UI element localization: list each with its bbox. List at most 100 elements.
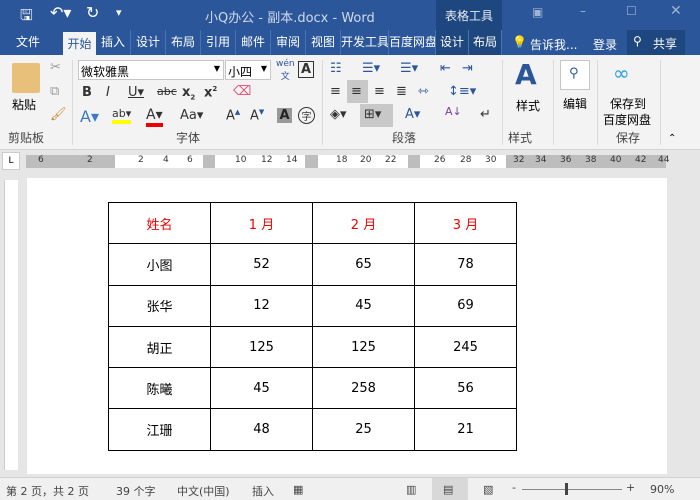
share-button[interactable]: ⚲ 共享 — [627, 30, 685, 55]
tab-insert[interactable]: 插入 — [96, 30, 131, 55]
format-painter-icon[interactable]: 🖌 — [50, 107, 67, 122]
styles-button[interactable]: 样式 — [516, 97, 540, 114]
zoom-in-button[interactable]: + — [626, 481, 635, 494]
save-to-baidu-button[interactable]: 保存到 — [610, 95, 646, 112]
tab-baidu[interactable]: 百度网盘 — [389, 30, 436, 55]
close-icon[interactable]: ✕ — [670, 3, 682, 19]
bold-icon[interactable]: B — [82, 85, 92, 100]
read-mode-icon[interactable]: ▥ — [406, 483, 416, 496]
italic-icon[interactable]: I — [106, 85, 110, 100]
language[interactable]: 中文(中国) — [177, 483, 230, 499]
char-border-icon[interactable]: A — [298, 61, 314, 78]
table-header-cell[interactable]: 3 月 — [414, 201, 517, 245]
data-table[interactable]: 姓名 1 月 2 月 3 月 小图 52 65 78 张华 12 45 69 胡正 125 12… — [108, 201, 517, 451]
strikethrough-icon[interactable]: abc — [157, 85, 177, 98]
table-cell[interactable]: 45 — [312, 284, 415, 327]
zoom-slider-thumb[interactable] — [565, 483, 568, 495]
find-icon[interactable]: ⚲ — [560, 60, 590, 90]
align-left-icon[interactable]: ≡ — [330, 84, 341, 99]
styles-icon[interactable]: A — [515, 58, 537, 91]
table-header-cell[interactable]: 1 月 — [210, 201, 313, 245]
distribute-icon[interactable]: ⇿ — [418, 84, 429, 99]
enclose-char-icon[interactable]: 字 — [298, 107, 315, 124]
highlight-icon[interactable]: ab▾ — [112, 107, 132, 124]
tab-references[interactable]: 引用 — [201, 30, 236, 55]
baidu-netdisk-icon[interactable]: ∞ — [613, 61, 630, 85]
undo-icon[interactable]: ↶▾ — [50, 3, 71, 22]
horizontal-ruler[interactable]: L 62 246 10 12 14 18 20 22 26 28 30 32 34 36 38 4… — [0, 151, 700, 171]
tab-selector[interactable]: L — [2, 152, 20, 170]
print-layout-icon[interactable]: ▤ — [443, 483, 453, 496]
editing-button[interactable]: 编辑 — [563, 95, 587, 112]
word-count[interactable]: 39 个字 — [116, 483, 156, 499]
shrink-font-icon[interactable]: A▼ — [250, 108, 264, 123]
table-cell[interactable]: 陈曦 — [108, 367, 211, 410]
tab-file[interactable]: 文件 — [8, 30, 48, 55]
table-cell[interactable]: 69 — [414, 284, 517, 327]
table-cell[interactable]: 258 — [312, 367, 415, 410]
shading-icon[interactable]: ◈▾ — [330, 107, 347, 122]
insert-mode[interactable]: 插入 — [252, 483, 274, 499]
table-cell[interactable]: 52 — [210, 243, 313, 286]
align-center-icon[interactable]: ≡ — [351, 84, 362, 99]
tab-table-design[interactable]: 设计 — [436, 30, 469, 55]
phonetic-guide-icon[interactable]: wén 文 — [276, 59, 295, 82]
maximize-icon[interactable]: ☐ — [626, 4, 637, 18]
table-cell[interactable]: 江珊 — [108, 408, 211, 451]
line-spacing-icon[interactable]: ↕≡▾ — [448, 84, 476, 99]
table-cell[interactable]: 25 — [312, 408, 415, 451]
ribbon-display-icon[interactable]: ▣ — [532, 5, 543, 19]
table-cell[interactable]: 胡正 — [108, 325, 211, 369]
table-cell[interactable]: 78 — [414, 243, 517, 286]
tab-design[interactable]: 设计 — [131, 30, 166, 55]
redo-icon[interactable]: ↻ — [86, 3, 99, 22]
multilevel-list-icon[interactable]: ☰▾ — [400, 61, 418, 76]
page-count[interactable]: 第 2 页，共 2 页 — [6, 483, 89, 499]
macro-record-icon[interactable]: ▦ — [293, 483, 303, 496]
subscript-icon[interactable]: x2 — [182, 85, 195, 102]
tab-review[interactable]: 审阅 — [271, 30, 306, 55]
table-cell[interactable]: 48 — [210, 408, 313, 451]
numbering-icon[interactable]: ☰▾ — [362, 61, 380, 76]
borders-button[interactable]: ⊞▾ — [360, 104, 393, 127]
table-cell[interactable]: 45 — [210, 367, 313, 410]
tab-view[interactable]: 视图 — [306, 30, 341, 55]
save-icon[interactable]: 🖫 — [20, 5, 33, 30]
grow-font-icon[interactable]: A▲ — [226, 108, 240, 123]
table-cell[interactable]: 张华 — [108, 284, 211, 327]
tab-layout[interactable]: 布局 — [166, 30, 201, 55]
sort-icon[interactable]: A↓ — [445, 105, 462, 118]
show-marks-icon[interactable]: ↵ — [480, 107, 491, 122]
tab-table-layout[interactable]: 布局 — [469, 30, 502, 55]
table-header-cell[interactable]: 姓名 — [108, 201, 211, 245]
justify-icon[interactable]: ≣ — [396, 84, 407, 99]
table-cell[interactable]: 小图 — [108, 243, 211, 286]
text-effects-icon[interactable]: A▾ — [80, 107, 99, 126]
align-right-icon[interactable]: ≡ — [374, 84, 385, 99]
table-cell[interactable]: 21 — [414, 408, 517, 451]
copy-icon[interactable]: ⧉ — [50, 84, 59, 99]
zoom-slider[interactable] — [522, 489, 622, 490]
tab-mailings[interactable]: 邮件 — [236, 30, 271, 55]
zoom-out-button[interactable]: - — [512, 481, 516, 494]
tab-home[interactable]: 开始 — [63, 32, 96, 55]
customize-qat-icon[interactable]: ▾ — [116, 6, 122, 19]
table-cell[interactable]: 125 — [210, 325, 313, 369]
collapse-ribbon-icon[interactable]: ⌃ — [668, 133, 676, 144]
font-color-icon[interactable]: A▾ — [146, 107, 163, 127]
change-case-icon[interactable]: Aa▾ — [180, 108, 203, 123]
clear-format-icon[interactable]: ⌫ — [233, 84, 251, 99]
table-cell[interactable]: 56 — [414, 367, 517, 410]
table-cell[interactable]: 12 — [210, 284, 313, 327]
decrease-indent-icon[interactable]: ⇤ — [440, 61, 451, 76]
bullets-icon[interactable]: ☷ — [330, 61, 342, 76]
vertical-ruler[interactable] — [4, 180, 18, 470]
table-header-cell[interactable]: 2 月 — [312, 201, 415, 245]
minimize-icon[interactable]: – — [580, 4, 586, 18]
table-cell[interactable]: 245 — [414, 325, 517, 369]
cut-icon[interactable]: ✂ — [50, 60, 61, 75]
superscript-icon[interactable]: x2 — [204, 85, 217, 100]
font-name-select[interactable]: 微软雅黑 ▼ — [78, 60, 224, 80]
web-layout-icon[interactable]: ▧ — [483, 483, 493, 496]
tell-me-input[interactable]: 告诉我... — [530, 36, 577, 53]
